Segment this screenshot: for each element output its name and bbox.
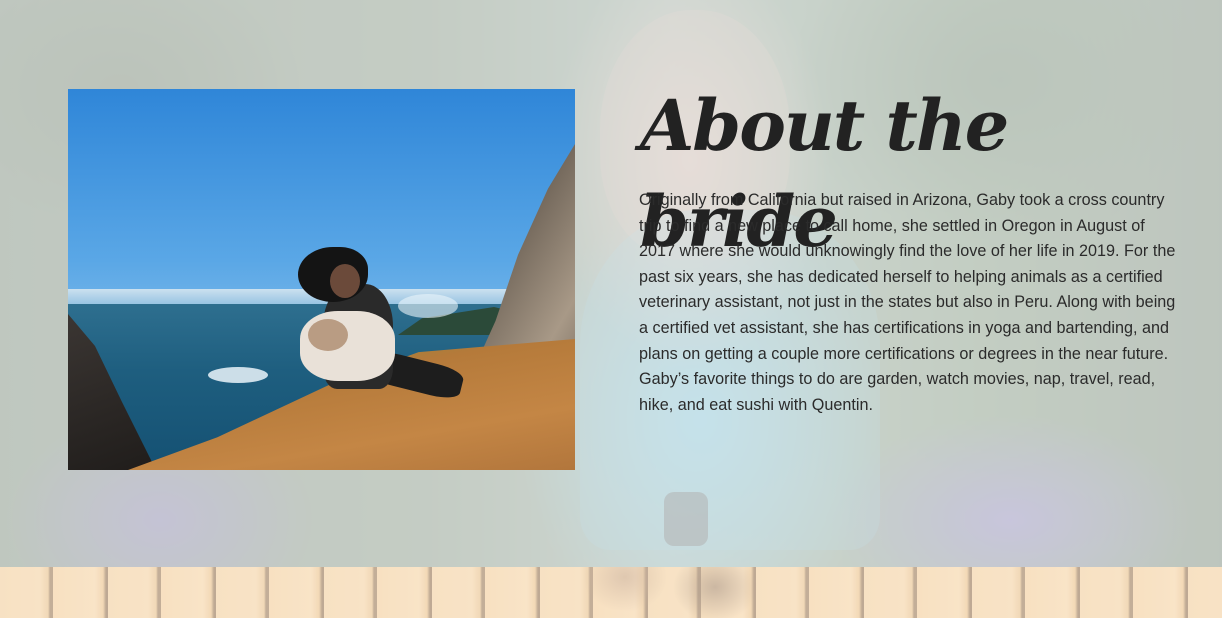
photo-person-face — [330, 264, 360, 298]
photo-dog-patch — [308, 319, 348, 351]
bride-photo — [68, 89, 575, 470]
photo-wave-foam — [398, 294, 458, 318]
bride-bio-text: Originally from California but raised in… — [639, 191, 1176, 414]
next-section-overlay — [0, 567, 1222, 618]
about-bride-section: About the bride Originally from Californ… — [0, 0, 1222, 567]
photo-wave-foam — [208, 367, 268, 383]
next-section-wood-background — [0, 567, 1222, 618]
